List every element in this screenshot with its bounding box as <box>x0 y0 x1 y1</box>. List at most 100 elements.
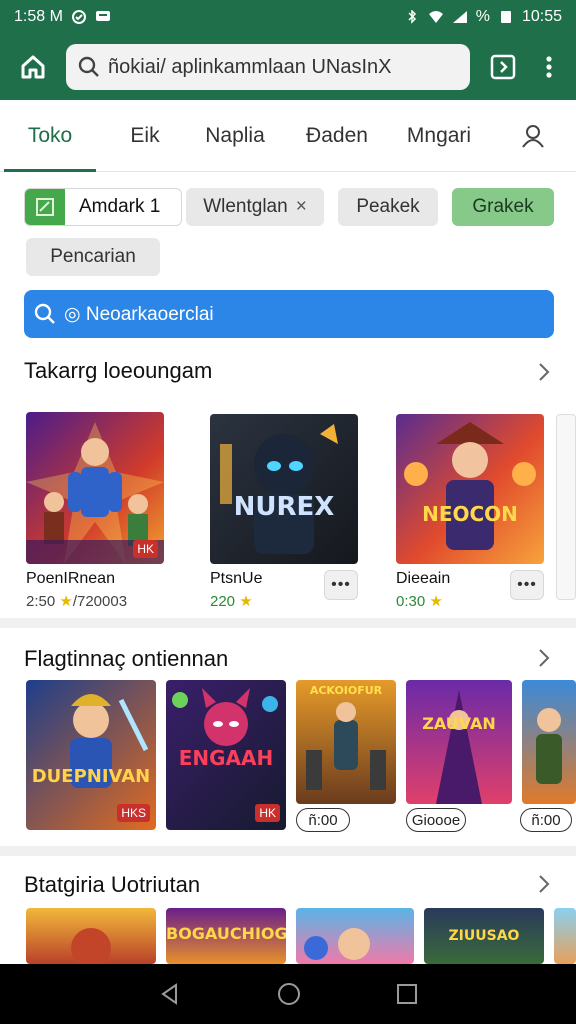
game-rating: 220 ★ <box>210 592 253 610</box>
game-card-image[interactable] <box>556 414 576 600</box>
section-title: Takarrg loeoungam <box>24 358 213 383</box>
chevron-right-icon[interactable] <box>538 648 550 668</box>
game-art-title: DUEPNIVAN <box>31 766 151 787</box>
game-art-title: NEOCON <box>422 502 518 526</box>
check-icon <box>25 189 65 225</box>
search-icon <box>78 56 99 77</box>
tab-label: Eik <box>130 123 160 147</box>
star-icon: ★ <box>239 593 253 610</box>
price-tag[interactable]: ñ:00 <box>296 808 350 832</box>
category-tabs: Toko Eik Naplia Ðaden Mngari <box>0 100 576 172</box>
price-badge: HK <box>255 804 280 822</box>
game-art-image <box>220 424 338 554</box>
signal-icon <box>452 11 467 23</box>
game-rating: 2:50 ★/720003 <box>26 592 127 610</box>
search-icon <box>34 303 55 324</box>
tab-label: Ðaden <box>306 123 368 147</box>
price-tag[interactable]: ñ:00 <box>520 808 572 832</box>
tab-eik[interactable]: Eik <box>112 100 178 172</box>
game-card-image[interactable]: BOGAUCHIOG <box>166 908 286 964</box>
home-circle-icon[interactable] <box>277 982 301 1006</box>
account-button[interactable] <box>512 100 554 172</box>
section-title: Btatgiria Uotriutan <box>24 872 201 897</box>
rating-value: 220 <box>210 593 236 610</box>
filter-chip-pencarian[interactable]: Pencarian <box>26 238 160 276</box>
star-icon: ★ <box>429 593 443 610</box>
game-art-title: ZAUVAN <box>422 714 496 733</box>
game-name: Dieeain <box>396 570 451 587</box>
home-button[interactable] <box>14 48 52 86</box>
rating-value: 0:30 <box>396 593 426 610</box>
game-name: PoenIRnean <box>26 570 115 587</box>
chip-label: Amdark 1 <box>79 196 161 217</box>
message-icon <box>95 11 110 21</box>
recents-icon[interactable] <box>396 983 418 1005</box>
section-title: Flagtinnaç ontiennan <box>24 646 229 671</box>
search-banner[interactable]: ◎ Neoarkaoerclai <box>24 290 554 338</box>
game-art-image <box>306 702 386 790</box>
game-art-title: BOGAUCHIOG <box>166 924 286 943</box>
game-art-title: ACKOIOFUR <box>309 684 383 697</box>
game-card-image[interactable]: NUREX <box>210 414 358 564</box>
more-vertical-icon <box>546 56 552 78</box>
tab-label: Toko <box>27 123 73 147</box>
game-art-image <box>304 928 370 960</box>
search-banner-text: ◎ Neoarkaoerclai <box>64 303 214 325</box>
bluetooth-icon <box>408 10 416 24</box>
chevron-right-icon[interactable] <box>538 362 550 382</box>
game-card-image[interactable]: ENGAAH HK <box>166 680 286 830</box>
game-card-image[interactable]: ZAUVAN <box>406 680 512 804</box>
tab-label: Mngari <box>406 123 472 147</box>
game-name: PtsnUe <box>210 570 263 587</box>
game-card-image[interactable] <box>296 908 414 964</box>
more-options-button[interactable]: ••• <box>510 570 544 600</box>
price-tag[interactable]: Gioooe <box>406 808 466 832</box>
notification-icon <box>71 10 86 24</box>
game-art-image <box>404 422 536 550</box>
game-art-title: NUREX <box>233 492 335 522</box>
game-card-image[interactable]: NEOCON <box>396 414 544 564</box>
status-time-left: 1:58 M <box>14 8 63 25</box>
star-icon: ★ <box>59 593 73 610</box>
filter-chip-amdark[interactable]: Amdark 1 <box>24 188 182 226</box>
tab-toko[interactable]: Toko <box>4 100 96 172</box>
wifi-icon <box>428 11 443 23</box>
rating-value: 2:50 <box>26 593 56 610</box>
filter-chip-peakek[interactable]: Peakek <box>338 188 438 226</box>
tabs-icon <box>490 54 516 80</box>
account-icon <box>522 124 544 148</box>
battery-percent: % <box>475 8 490 25</box>
chevron-right-icon[interactable] <box>538 874 550 894</box>
search-text: ñokiai/ aplinkammlaan UNasInX <box>108 55 392 78</box>
game-rating: 0:30 ★ <box>396 592 443 610</box>
tab-naplia[interactable]: Naplia <box>196 100 274 172</box>
filter-chip-wlentglan[interactable]: Wlentglan × <box>186 188 324 226</box>
home-icon <box>21 55 45 79</box>
game-card-image[interactable]: ZIUUSAO <box>424 908 544 964</box>
filter-chip-grakek[interactable]: Grakek <box>452 188 554 226</box>
game-card-image[interactable]: ACKOIOFUR <box>296 680 396 804</box>
game-art-image <box>71 928 111 964</box>
game-card-image[interactable] <box>26 908 156 964</box>
game-card-image[interactable]: DUEPNIVAN HKS <box>26 680 156 830</box>
tab-label: Naplia <box>205 123 265 147</box>
system-navigation-bar <box>0 964 576 1024</box>
tab-daden[interactable]: Ðaden <box>296 100 378 172</box>
game-card-image[interactable] <box>554 908 576 964</box>
tab-mngari[interactable]: Mngari <box>398 100 480 172</box>
tabs-button[interactable] <box>484 48 522 86</box>
more-options-button[interactable]: ••• <box>324 570 358 600</box>
chip-label: Pencarian <box>50 246 136 267</box>
chip-close-icon[interactable]: × <box>296 196 307 218</box>
game-card-image[interactable] <box>522 680 576 804</box>
overflow-menu-button[interactable] <box>536 48 562 86</box>
section-divider <box>0 846 576 856</box>
section-divider <box>0 618 576 628</box>
app-bar: ñokiai/ aplinkammlaan UNasInX <box>0 34 576 100</box>
game-card-image[interactable]: HK <box>26 412 164 564</box>
chip-label: Peakek <box>356 196 420 217</box>
search-field[interactable]: ñokiai/ aplinkammlaan UNasInX <box>66 44 470 90</box>
back-icon[interactable] <box>158 982 182 1006</box>
game-art-image <box>536 708 562 784</box>
game-art-title: ENGAAH <box>178 746 274 770</box>
